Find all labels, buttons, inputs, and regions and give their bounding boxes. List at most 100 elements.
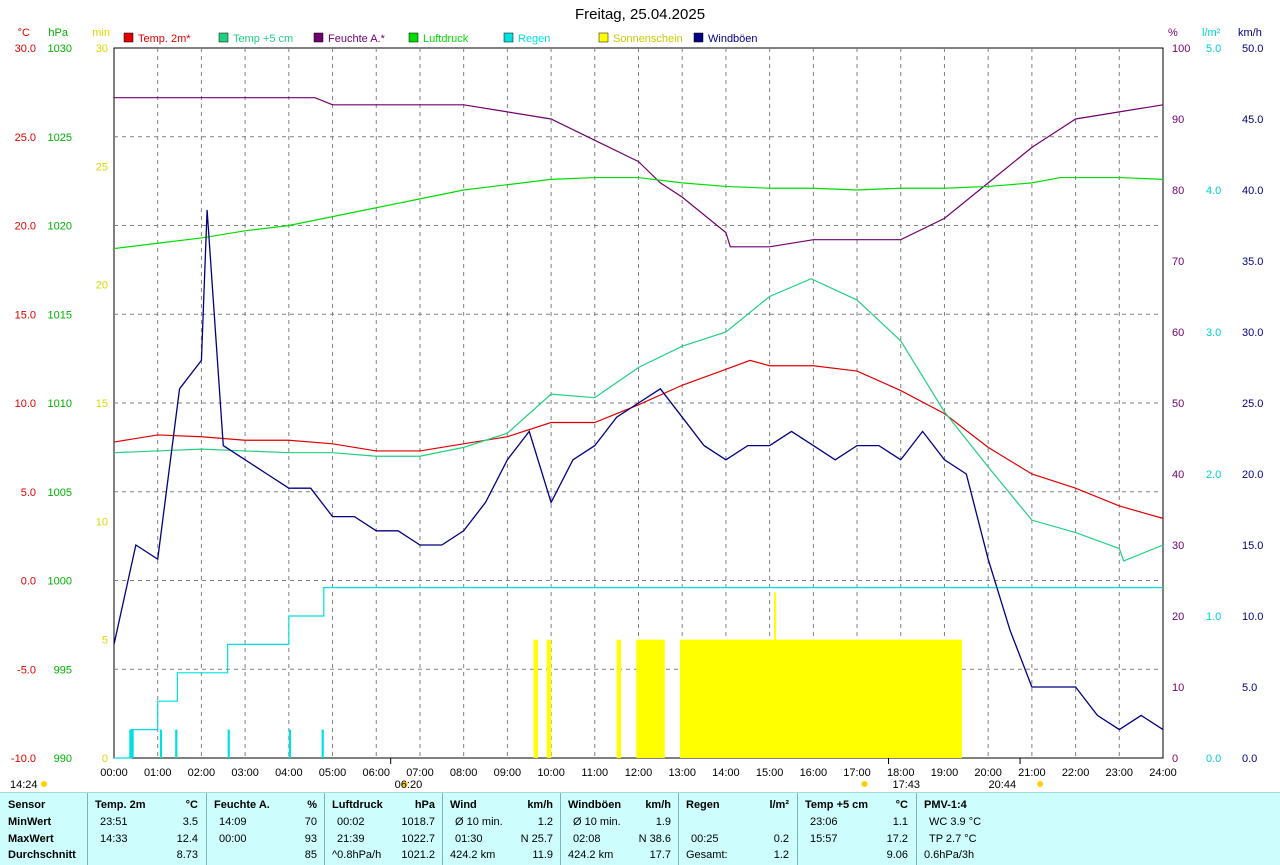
x-tick-label: 12:00 bbox=[625, 767, 653, 779]
x-tick-label: 03:00 bbox=[231, 767, 259, 779]
sun_min-tick: 20 bbox=[96, 280, 108, 292]
stats-max-time: 21:39 bbox=[337, 833, 365, 845]
sun_min-unit: min bbox=[92, 27, 110, 39]
stats-group-title: Windböen bbox=[568, 799, 622, 811]
stats-avg-value: 9.06 bbox=[886, 849, 908, 861]
legend-swatch bbox=[123, 32, 134, 43]
rain_lm2-tick: 0.0 bbox=[1206, 753, 1221, 765]
temp_c-tick: 0.0 bbox=[21, 576, 36, 588]
x-tick-label: 13:00 bbox=[668, 767, 696, 779]
temp_c-tick: 10.0 bbox=[15, 398, 36, 410]
stats-max-value: 93 bbox=[304, 833, 317, 845]
x-tick-label: 22:00 bbox=[1062, 767, 1090, 779]
stats-group: PMV-1:4 WC 3.9 °C TP 2.7 °C 0.6hPa/3h bbox=[916, 793, 1280, 865]
stats-group-title: Wind bbox=[450, 799, 477, 811]
legend-swatch bbox=[313, 32, 324, 43]
sun_min-tick: 0 bbox=[102, 753, 108, 765]
stats-group-title: Temp. 2m bbox=[95, 799, 146, 811]
legend-label: Temp. 2m* bbox=[138, 33, 191, 45]
legend-swatch bbox=[503, 32, 514, 43]
rain_lm2-tick: 2.0 bbox=[1206, 469, 1221, 481]
legend-swatch bbox=[693, 32, 704, 43]
x-tick-label: 10:00 bbox=[537, 767, 565, 779]
humidity_pct-tick: 70 bbox=[1172, 256, 1184, 268]
rain-bar bbox=[159, 729, 163, 758]
x-tick-label: 18:00 bbox=[887, 767, 915, 779]
rain_lm2-tick: 1.0 bbox=[1206, 611, 1221, 623]
stats-group-title: Luftdruck bbox=[332, 799, 383, 811]
stats-max-time: 01:30 bbox=[455, 833, 483, 845]
marker-label: 06:20 bbox=[395, 779, 423, 791]
stats-group-title: Temp +5 cm bbox=[805, 799, 869, 811]
rain-bar bbox=[227, 729, 230, 758]
stats-group-unit: km/h bbox=[645, 799, 671, 811]
stats-max-value: 0.2 bbox=[773, 833, 789, 845]
x-tick-label: 17:00 bbox=[843, 767, 871, 779]
humidity_pct-tick: 0 bbox=[1172, 753, 1178, 765]
stats-row-label: Sensor bbox=[8, 799, 46, 811]
stats-min-value: 70 bbox=[304, 816, 317, 828]
humidity_pct-tick: 20 bbox=[1172, 611, 1184, 623]
stats-max-time: TP 2.7 °C bbox=[929, 833, 977, 845]
stats-group: Feuchte A.% 14:09 70 00:00 93 85 bbox=[206, 793, 325, 865]
x-tick-label: 11:00 bbox=[581, 767, 608, 779]
stats-min-value: 1018.7 bbox=[401, 816, 435, 828]
rain-bar bbox=[288, 729, 292, 758]
x-tick-label: 14:00 bbox=[712, 767, 740, 779]
stats-avg-value: 85 bbox=[304, 849, 317, 861]
wind_kmh-tick: 25.0 bbox=[1242, 398, 1263, 410]
stats-max-time: 15:57 bbox=[810, 833, 838, 845]
stats-avg-value: 8.73 bbox=[176, 849, 198, 861]
x-tick-label: 16:00 bbox=[800, 767, 828, 779]
stats-avg-label: 0.6hPa/3h bbox=[924, 849, 975, 861]
rain-bar bbox=[175, 729, 178, 758]
wind_kmh-tick: 5.0 bbox=[1242, 682, 1257, 694]
marker-label: 17:43 bbox=[893, 779, 921, 791]
stats-min-value: 1.9 bbox=[655, 816, 671, 828]
rain_lm2-tick: 4.0 bbox=[1206, 185, 1221, 197]
temp_c-unit: °C bbox=[18, 27, 30, 39]
stats-row-label: MaxWert bbox=[8, 833, 54, 845]
sunshine-bar bbox=[680, 639, 962, 758]
stats-group-unit: km/h bbox=[527, 799, 553, 811]
temp_c-tick: 15.0 bbox=[15, 309, 36, 321]
legend-label: Regen bbox=[518, 33, 550, 45]
stats-group-unit: °C bbox=[895, 799, 908, 811]
temp_c-tick: 25.0 bbox=[15, 132, 36, 144]
stats-row-label: Durchschnitt bbox=[8, 849, 76, 861]
temp_c-tick: -10.0 bbox=[11, 753, 36, 765]
stats-min-time: 23:06 bbox=[810, 816, 838, 828]
stats-group: Wind km/h Ø 10 min. 1.2 01:30 N 25.7 424.2 km 1… bbox=[442, 793, 561, 865]
stats-max-time: 02:08 bbox=[573, 833, 601, 845]
stats-group-unit: °C bbox=[185, 799, 198, 811]
sun_min-tick: 5 bbox=[102, 635, 108, 647]
sunshine-bar bbox=[636, 639, 665, 758]
stats-max-time: 00:25 bbox=[691, 833, 719, 845]
weather-chart: °C 30.0 25.0 20.0 15.0 10.0 5.0 0.0 -5.0 -10.0 hPa… bbox=[10, 27, 1263, 791]
sun-min-tick: 30 bbox=[96, 43, 108, 55]
sunshine-bar bbox=[616, 639, 622, 758]
x-tick-label: 21:00 bbox=[1018, 767, 1046, 779]
marker-label: 20:44 bbox=[989, 779, 1017, 791]
humidity_pct-tick: 90 bbox=[1172, 114, 1184, 126]
humidity_pct-tick: 100 bbox=[1172, 43, 1190, 55]
wind_kmh-tick: 35.0 bbox=[1242, 256, 1263, 268]
pressure_hpa-unit: hPa bbox=[48, 27, 68, 39]
sunshine-peak-bar bbox=[773, 592, 776, 758]
legend-label: Luftdruck bbox=[423, 33, 469, 45]
pressure_hpa-tick: 990 bbox=[54, 753, 72, 765]
stats-max-value: N 38.6 bbox=[638, 833, 671, 845]
stats-group: Windböen km/h Ø 10 min. 1.9 02:08 N 38.6 424.2… bbox=[560, 793, 679, 865]
x-tick-label: 06:00 bbox=[362, 767, 390, 779]
legend-swatch bbox=[408, 32, 419, 43]
wind_kmh-tick: 30.0 bbox=[1242, 327, 1263, 339]
stats-max-time: 00:00 bbox=[219, 833, 247, 845]
x-tick-label: 07:00 bbox=[406, 767, 434, 779]
legend-label: Windböen bbox=[708, 33, 758, 45]
sun_min-tick: 25 bbox=[96, 161, 108, 173]
stats-min-time: 23:51 bbox=[100, 816, 128, 828]
wind_kmh-tick: 10.0 bbox=[1242, 611, 1263, 623]
wind_kmh-unit: km/h bbox=[1238, 27, 1262, 39]
sun-marker-icon bbox=[41, 781, 47, 787]
pressure_hpa-tick: 1015 bbox=[48, 309, 72, 321]
